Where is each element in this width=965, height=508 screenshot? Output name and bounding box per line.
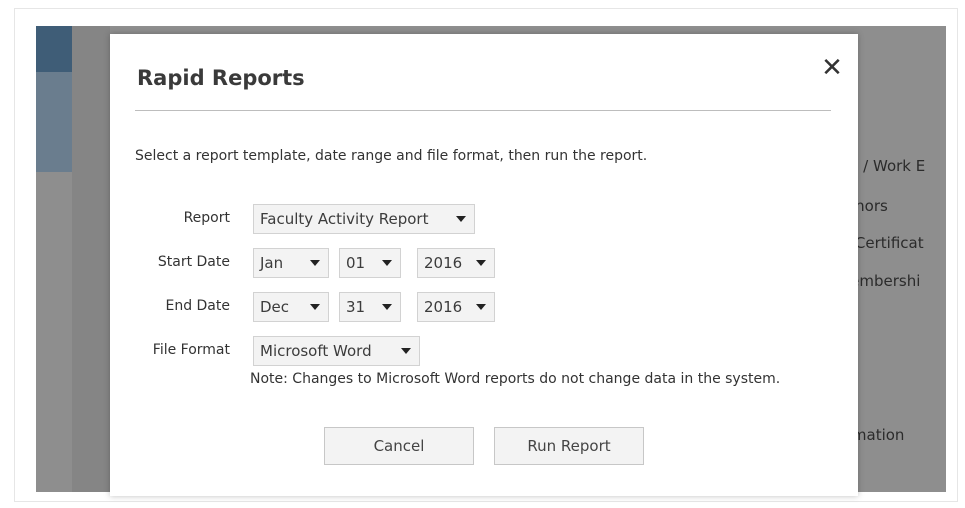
dialog-title: Rapid Reports bbox=[137, 66, 305, 90]
end-date-label: End Date bbox=[165, 298, 230, 314]
end-day-value: 31 bbox=[346, 298, 366, 316]
chevron-down-icon bbox=[476, 260, 486, 266]
start-month-select[interactable]: Jan bbox=[253, 248, 329, 278]
start-year-select[interactable]: 2016 bbox=[417, 248, 495, 278]
chevron-down-icon bbox=[382, 304, 392, 310]
report-select-value: Faculty Activity Report bbox=[260, 210, 429, 228]
rapid-reports-dialog: Rapid Reports ✕ Select a report template… bbox=[110, 34, 858, 496]
dialog-description: Select a report template, date range and… bbox=[135, 148, 648, 164]
backdrop-sidebar-block bbox=[36, 72, 72, 172]
backdrop-sidebar bbox=[72, 26, 110, 492]
chevron-down-icon bbox=[401, 348, 411, 354]
chevron-down-icon bbox=[456, 216, 466, 222]
start-date-label: Start Date bbox=[157, 254, 230, 270]
report-select[interactable]: Faculty Activity Report bbox=[253, 204, 475, 234]
chevron-down-icon bbox=[310, 304, 320, 310]
title-divider bbox=[135, 110, 831, 111]
start-year-value: 2016 bbox=[424, 254, 463, 272]
start-day-value: 01 bbox=[346, 254, 366, 272]
start-month-value: Jan bbox=[260, 254, 284, 272]
report-label: Report bbox=[183, 210, 230, 226]
close-icon[interactable]: ✕ bbox=[818, 54, 846, 82]
end-year-select[interactable]: 2016 bbox=[417, 292, 495, 322]
chevron-down-icon bbox=[476, 304, 486, 310]
end-month-value: Dec bbox=[260, 298, 290, 316]
start-day-select[interactable]: 01 bbox=[339, 248, 401, 278]
file-format-value: Microsoft Word bbox=[260, 342, 372, 360]
end-day-select[interactable]: 31 bbox=[339, 292, 401, 322]
chevron-down-icon bbox=[382, 260, 392, 266]
backdrop-header-block bbox=[36, 26, 72, 72]
chevron-down-icon bbox=[310, 260, 320, 266]
run-report-button[interactable]: Run Report bbox=[494, 427, 644, 465]
file-format-label: File Format bbox=[152, 342, 230, 358]
file-format-select[interactable]: Microsoft Word bbox=[253, 336, 420, 366]
end-month-select[interactable]: Dec bbox=[253, 292, 329, 322]
cancel-button[interactable]: Cancel bbox=[324, 427, 474, 465]
file-format-note: Note: Changes to Microsoft Word reports … bbox=[250, 371, 781, 387]
end-year-value: 2016 bbox=[424, 298, 463, 316]
